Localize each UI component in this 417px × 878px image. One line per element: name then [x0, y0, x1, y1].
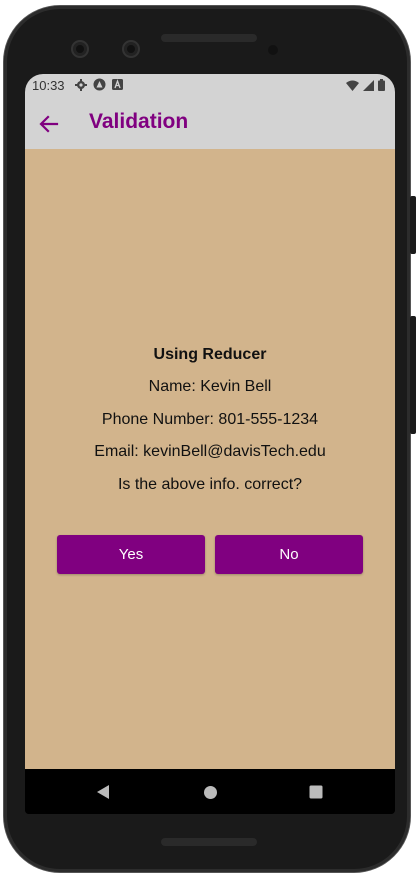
power-button — [410, 196, 416, 254]
app-bar: Validation — [25, 98, 395, 149]
phone-frame: 10:33 Validation Using Reducer Name: Kev… — [4, 6, 416, 872]
front-camera-right — [122, 40, 140, 58]
earpiece-speaker — [161, 34, 257, 42]
page-title: Validation — [89, 110, 189, 133]
bottom-speaker — [161, 838, 257, 846]
summary-heading: Using Reducer — [153, 346, 267, 363]
volume-button — [410, 316, 416, 434]
device-screen: 10:33 Validation Using Reducer Name: Kev… — [25, 74, 395, 814]
status-system-icons — [346, 79, 385, 91]
status-notification-icons — [75, 78, 123, 91]
summary-phone: Phone Number: 801-555-1234 — [101, 411, 319, 428]
confirm-question: Is the above info. correct? — [117, 476, 303, 493]
app-circle-icon — [93, 78, 106, 91]
back-button[interactable] — [35, 110, 63, 138]
back-triangle-icon — [97, 785, 109, 799]
nav-back-button[interactable] — [93, 782, 113, 802]
no-button[interactable]: No — [215, 535, 363, 574]
overview-square-icon — [309, 785, 323, 799]
nav-home-button[interactable] — [200, 782, 220, 802]
summary-email: Email: kevinBell@davisTech.edu — [94, 443, 326, 460]
yes-button[interactable]: Yes — [57, 535, 205, 574]
status-bar: 10:33 — [25, 74, 395, 98]
proximity-sensor — [268, 45, 278, 55]
front-camera-left — [71, 40, 89, 58]
nav-overview-button[interactable] — [306, 782, 326, 802]
status-time: 10:33 — [32, 78, 65, 93]
summary-name: Name: Kevin Bell — [148, 378, 272, 395]
system-nav-bar — [25, 769, 395, 814]
home-circle-icon — [203, 785, 217, 799]
wifi-icon — [346, 80, 359, 91]
a-box-icon — [112, 79, 123, 90]
gear-icon — [75, 78, 87, 91]
battery-icon — [378, 79, 385, 91]
arrow-left-icon — [39, 115, 59, 133]
cell-signal-icon — [363, 79, 374, 91]
main-content: Using Reducer Name: Kevin Bell Phone Num… — [25, 149, 395, 769]
